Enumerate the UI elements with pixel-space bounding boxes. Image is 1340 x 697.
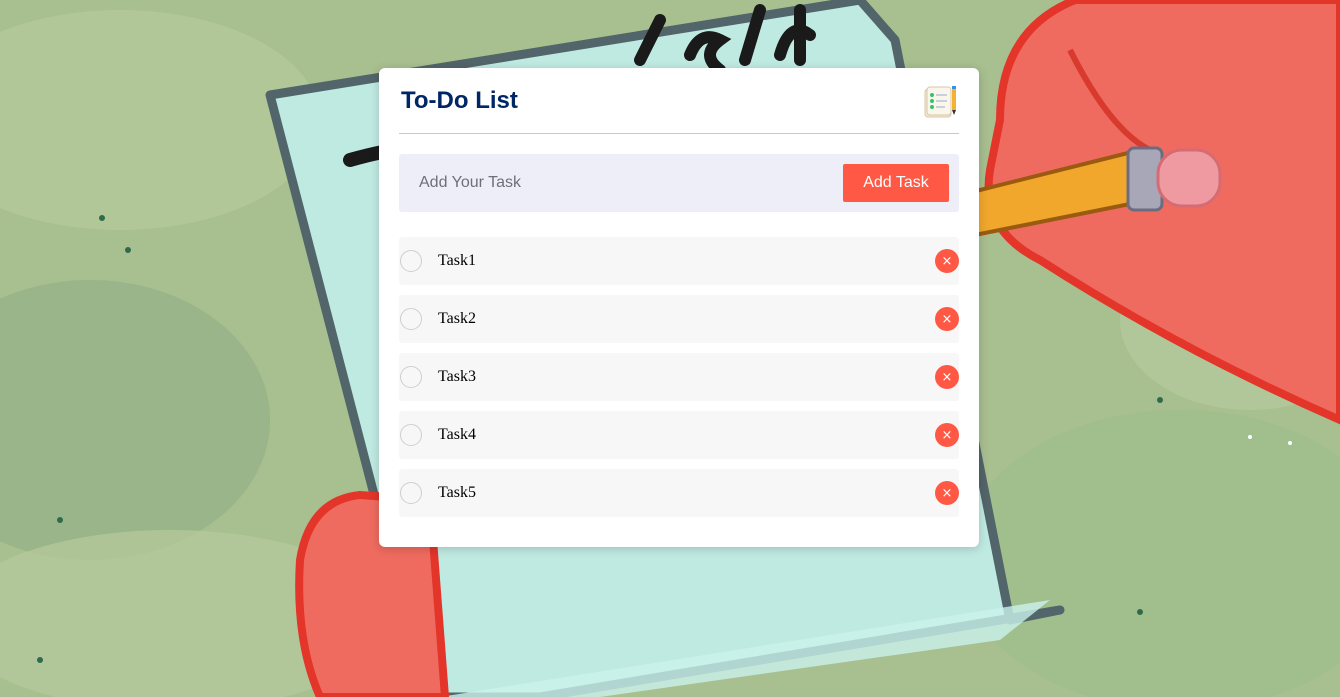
task-list: Task1 × Task2 × Task3 × Task4 × Task5 × xyxy=(399,237,959,517)
close-icon[interactable]: × xyxy=(935,481,959,505)
unchecked-circle-icon[interactable] xyxy=(400,250,422,272)
task-label: Task5 xyxy=(438,484,476,501)
task-label: Task4 xyxy=(438,426,476,443)
task-item[interactable]: Task2 × xyxy=(399,295,959,343)
unchecked-circle-icon[interactable] xyxy=(400,482,422,504)
task-input[interactable] xyxy=(419,163,843,203)
app-title: To-Do List xyxy=(401,86,518,114)
task-item[interactable]: Task4 × xyxy=(399,411,959,459)
checklist-notepad-icon xyxy=(924,85,956,117)
unchecked-circle-icon[interactable] xyxy=(400,366,422,388)
todo-card: To-Do List Add Task Task1 × Task2 × xyxy=(379,68,979,547)
close-icon[interactable]: × xyxy=(935,365,959,389)
close-icon[interactable]: × xyxy=(935,249,959,273)
unchecked-circle-icon[interactable] xyxy=(400,308,422,330)
task-item[interactable]: Task3 × xyxy=(399,353,959,401)
add-task-row: Add Task xyxy=(399,154,959,212)
add-task-button[interactable]: Add Task xyxy=(843,164,949,202)
close-icon[interactable]: × xyxy=(935,423,959,447)
task-label: Task2 xyxy=(438,310,476,327)
card-header: To-Do List xyxy=(399,68,959,134)
unchecked-circle-icon[interactable] xyxy=(400,424,422,446)
close-icon[interactable]: × xyxy=(935,307,959,331)
task-item[interactable]: Task5 × xyxy=(399,469,959,517)
task-item[interactable]: Task1 × xyxy=(399,237,959,285)
task-label: Task1 xyxy=(438,252,476,269)
task-label: Task3 xyxy=(438,368,476,385)
